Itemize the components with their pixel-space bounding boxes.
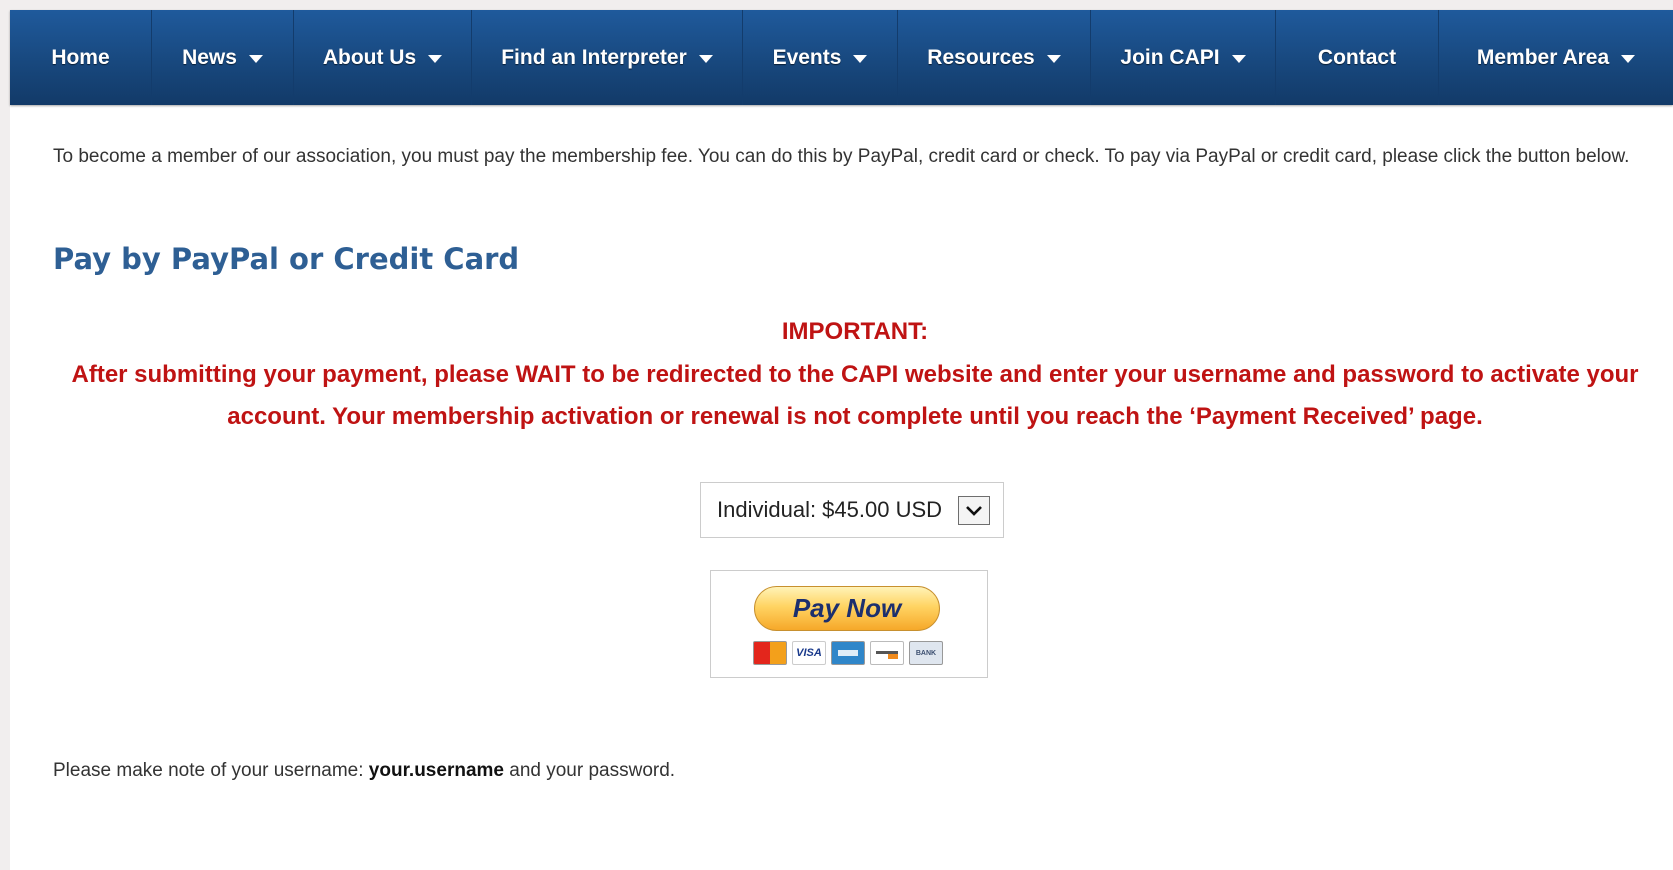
username-note: Please make note of your username: your.… [53,760,675,782]
nav-label: Member Area [1476,45,1610,69]
caret-down-icon [698,54,713,63]
main-navigation: Home News About Us Find an Interpreter E… [10,10,1673,105]
nav-label: Join CAPI [1120,45,1220,69]
important-notice: IMPORTANT: After submitting your payment… [70,312,1640,438]
amex-icon [831,641,865,665]
nav-item-contact[interactable]: Contact [1276,10,1439,105]
nav-item-events[interactable]: Events [743,10,898,105]
caret-down-icon [428,54,443,63]
nav-item-find-an-interpreter[interactable]: Find an Interpreter [472,10,743,105]
nav-label: Home [51,45,110,69]
important-title: IMPORTANT: [781,318,929,345]
mastercard-icon [753,641,787,665]
caret-down-icon [248,54,263,63]
section-title: Pay by PayPal or Credit Card [53,242,520,276]
nav-label: Resources [927,45,1035,69]
discover-icon [870,641,904,665]
membership-type-select[interactable]: Individual: $45.00 USD [700,482,1004,538]
bank-icon: BANK [909,641,943,665]
pay-now-button[interactable]: Pay Now [754,586,940,631]
nav-label: Contact [1317,45,1397,69]
caret-down-icon [1046,54,1061,63]
intro-paragraph: To become a member of our association, y… [53,146,1630,167]
nav-label: Events [772,45,842,69]
note-suffix: and your password. [503,760,676,781]
chevron-down-icon[interactable] [958,496,990,525]
username-value: your.username [368,760,504,781]
nav-label: Find an Interpreter [501,45,687,69]
nav-item-news[interactable]: News [152,10,294,105]
visa-icon: VISA [792,641,826,665]
nav-item-resources[interactable]: Resources [898,10,1091,105]
paypal-panel: Pay Now VISA BANK [710,570,988,678]
accepted-cards: VISA BANK [753,641,943,665]
important-body: After submitting your payment, please WA… [71,361,1639,430]
caret-down-icon [853,54,868,63]
nav-item-about-us[interactable]: About Us [294,10,472,105]
note-prefix: Please make note of your username: [53,760,369,781]
select-value: Individual: $45.00 USD [717,497,943,522]
nav-label: News [182,45,237,69]
nav-label: About Us [322,45,417,69]
caret-down-icon [1621,54,1636,63]
nav-item-member-area[interactable]: Member Area [1439,10,1673,105]
nav-item-home[interactable]: Home [10,10,152,105]
nav-item-join-capi[interactable]: Join CAPI [1091,10,1276,105]
page: Home News About Us Find an Interpreter E… [10,10,1673,870]
caret-down-icon [1231,54,1246,63]
